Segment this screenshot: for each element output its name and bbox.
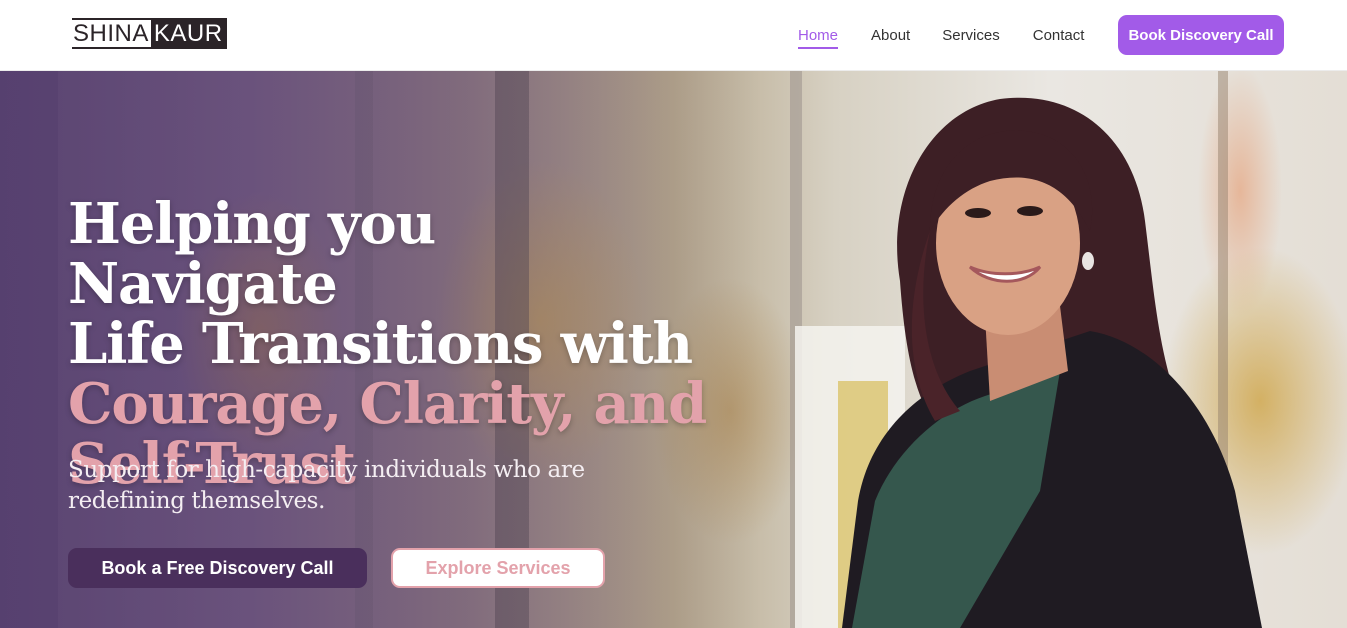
book-discovery-call-button[interactable]: Book Discovery Call [1118,15,1284,55]
hero-headline: Helping you Navigate Life Transitions wi… [68,194,708,494]
headline-line-1: Helping you Navigate [68,191,436,317]
nav-services-link[interactable]: Services [942,21,1000,50]
headline-line-2: Life Transitions with [68,311,693,377]
book-free-discovery-call-button[interactable]: Book a Free Discovery Call [68,548,367,588]
portrait-eye-left [965,208,991,218]
site-logo[interactable]: SHINA KAUR [72,18,227,49]
site-header: SHINA KAUR Home About Services Contact B… [0,0,1347,71]
logo-last-name: KAUR [150,18,227,49]
portrait-earring [1082,252,1094,270]
hero-subheading: Support for high-capacity individuals wh… [68,457,585,514]
nav-contact-link[interactable]: Contact [1033,21,1085,50]
nav-home-link[interactable]: Home [798,21,839,50]
logo-first-name: SHINA [72,18,151,49]
headline-highlight-line-1: Courage, Clarity, and [68,371,707,437]
main-nav: Home About Services Contact [798,0,1084,71]
nav-about-link[interactable]: About [871,21,910,50]
explore-services-button[interactable]: Explore Services [391,548,605,588]
hero-section: Helping you Navigate Life Transitions wi… [0,71,1347,628]
portrait-eye-right [1017,206,1043,216]
